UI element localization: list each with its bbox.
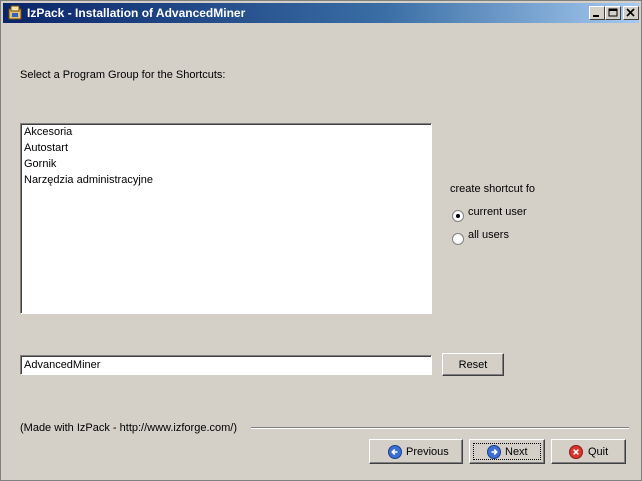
previous-button-label: Previous: [406, 445, 449, 458]
list-item[interactable]: Akcesoria: [24, 126, 72, 138]
footer-divider: [251, 427, 629, 429]
radio-label-all-users: all users: [468, 229, 509, 241]
program-group-list[interactable]: Akcesoria Autostart Gornik Narzędzia adm…: [20, 123, 432, 314]
list-item[interactable]: Gornik: [24, 158, 56, 170]
next-button[interactable]: Next: [469, 439, 545, 464]
minimize-icon: [593, 15, 599, 17]
quit-button[interactable]: Quit: [551, 439, 626, 464]
radio-unselected-icon[interactable]: [452, 230, 464, 245]
arrow-right-circle-icon: [487, 444, 501, 459]
previous-button[interactable]: Previous: [369, 439, 463, 464]
reset-button-label: Reset: [458, 358, 488, 371]
create-shortcut-label: create shortcut fo: [450, 183, 535, 195]
radio-label-current-user: current user: [468, 206, 527, 218]
maximize-icon: [608, 8, 618, 17]
next-button-label: Next: [505, 445, 528, 458]
close-icon: [626, 8, 635, 17]
list-item[interactable]: Autostart: [24, 142, 68, 154]
x-circle-icon: [569, 444, 583, 459]
reset-button[interactable]: Reset: [442, 353, 504, 376]
minimize-button[interactable]: [589, 6, 605, 20]
window-title: IzPack - Installation of AdvancedMiner: [27, 6, 246, 20]
list-item[interactable]: Narzędzia administracyjne: [24, 174, 153, 186]
maximize-button[interactable]: [605, 6, 621, 20]
installer-window: IzPack - Installation of AdvancedMiner S…: [0, 0, 642, 481]
title-bar[interactable]: IzPack - Installation of AdvancedMiner: [3, 3, 639, 23]
radio-selected-icon[interactable]: [452, 207, 464, 222]
arrow-left-circle-icon: [388, 444, 402, 459]
close-button[interactable]: [623, 6, 639, 20]
program-group-name-input[interactable]: AdvancedMiner: [20, 355, 432, 375]
quit-button-label: Quit: [588, 445, 609, 458]
izpack-credit: (Made with IzPack - http://www.izforge.c…: [20, 422, 238, 434]
program-group-heading: Select a Program Group for the Shortcuts…: [20, 69, 226, 81]
izpack-app-icon[interactable]: [7, 5, 23, 21]
